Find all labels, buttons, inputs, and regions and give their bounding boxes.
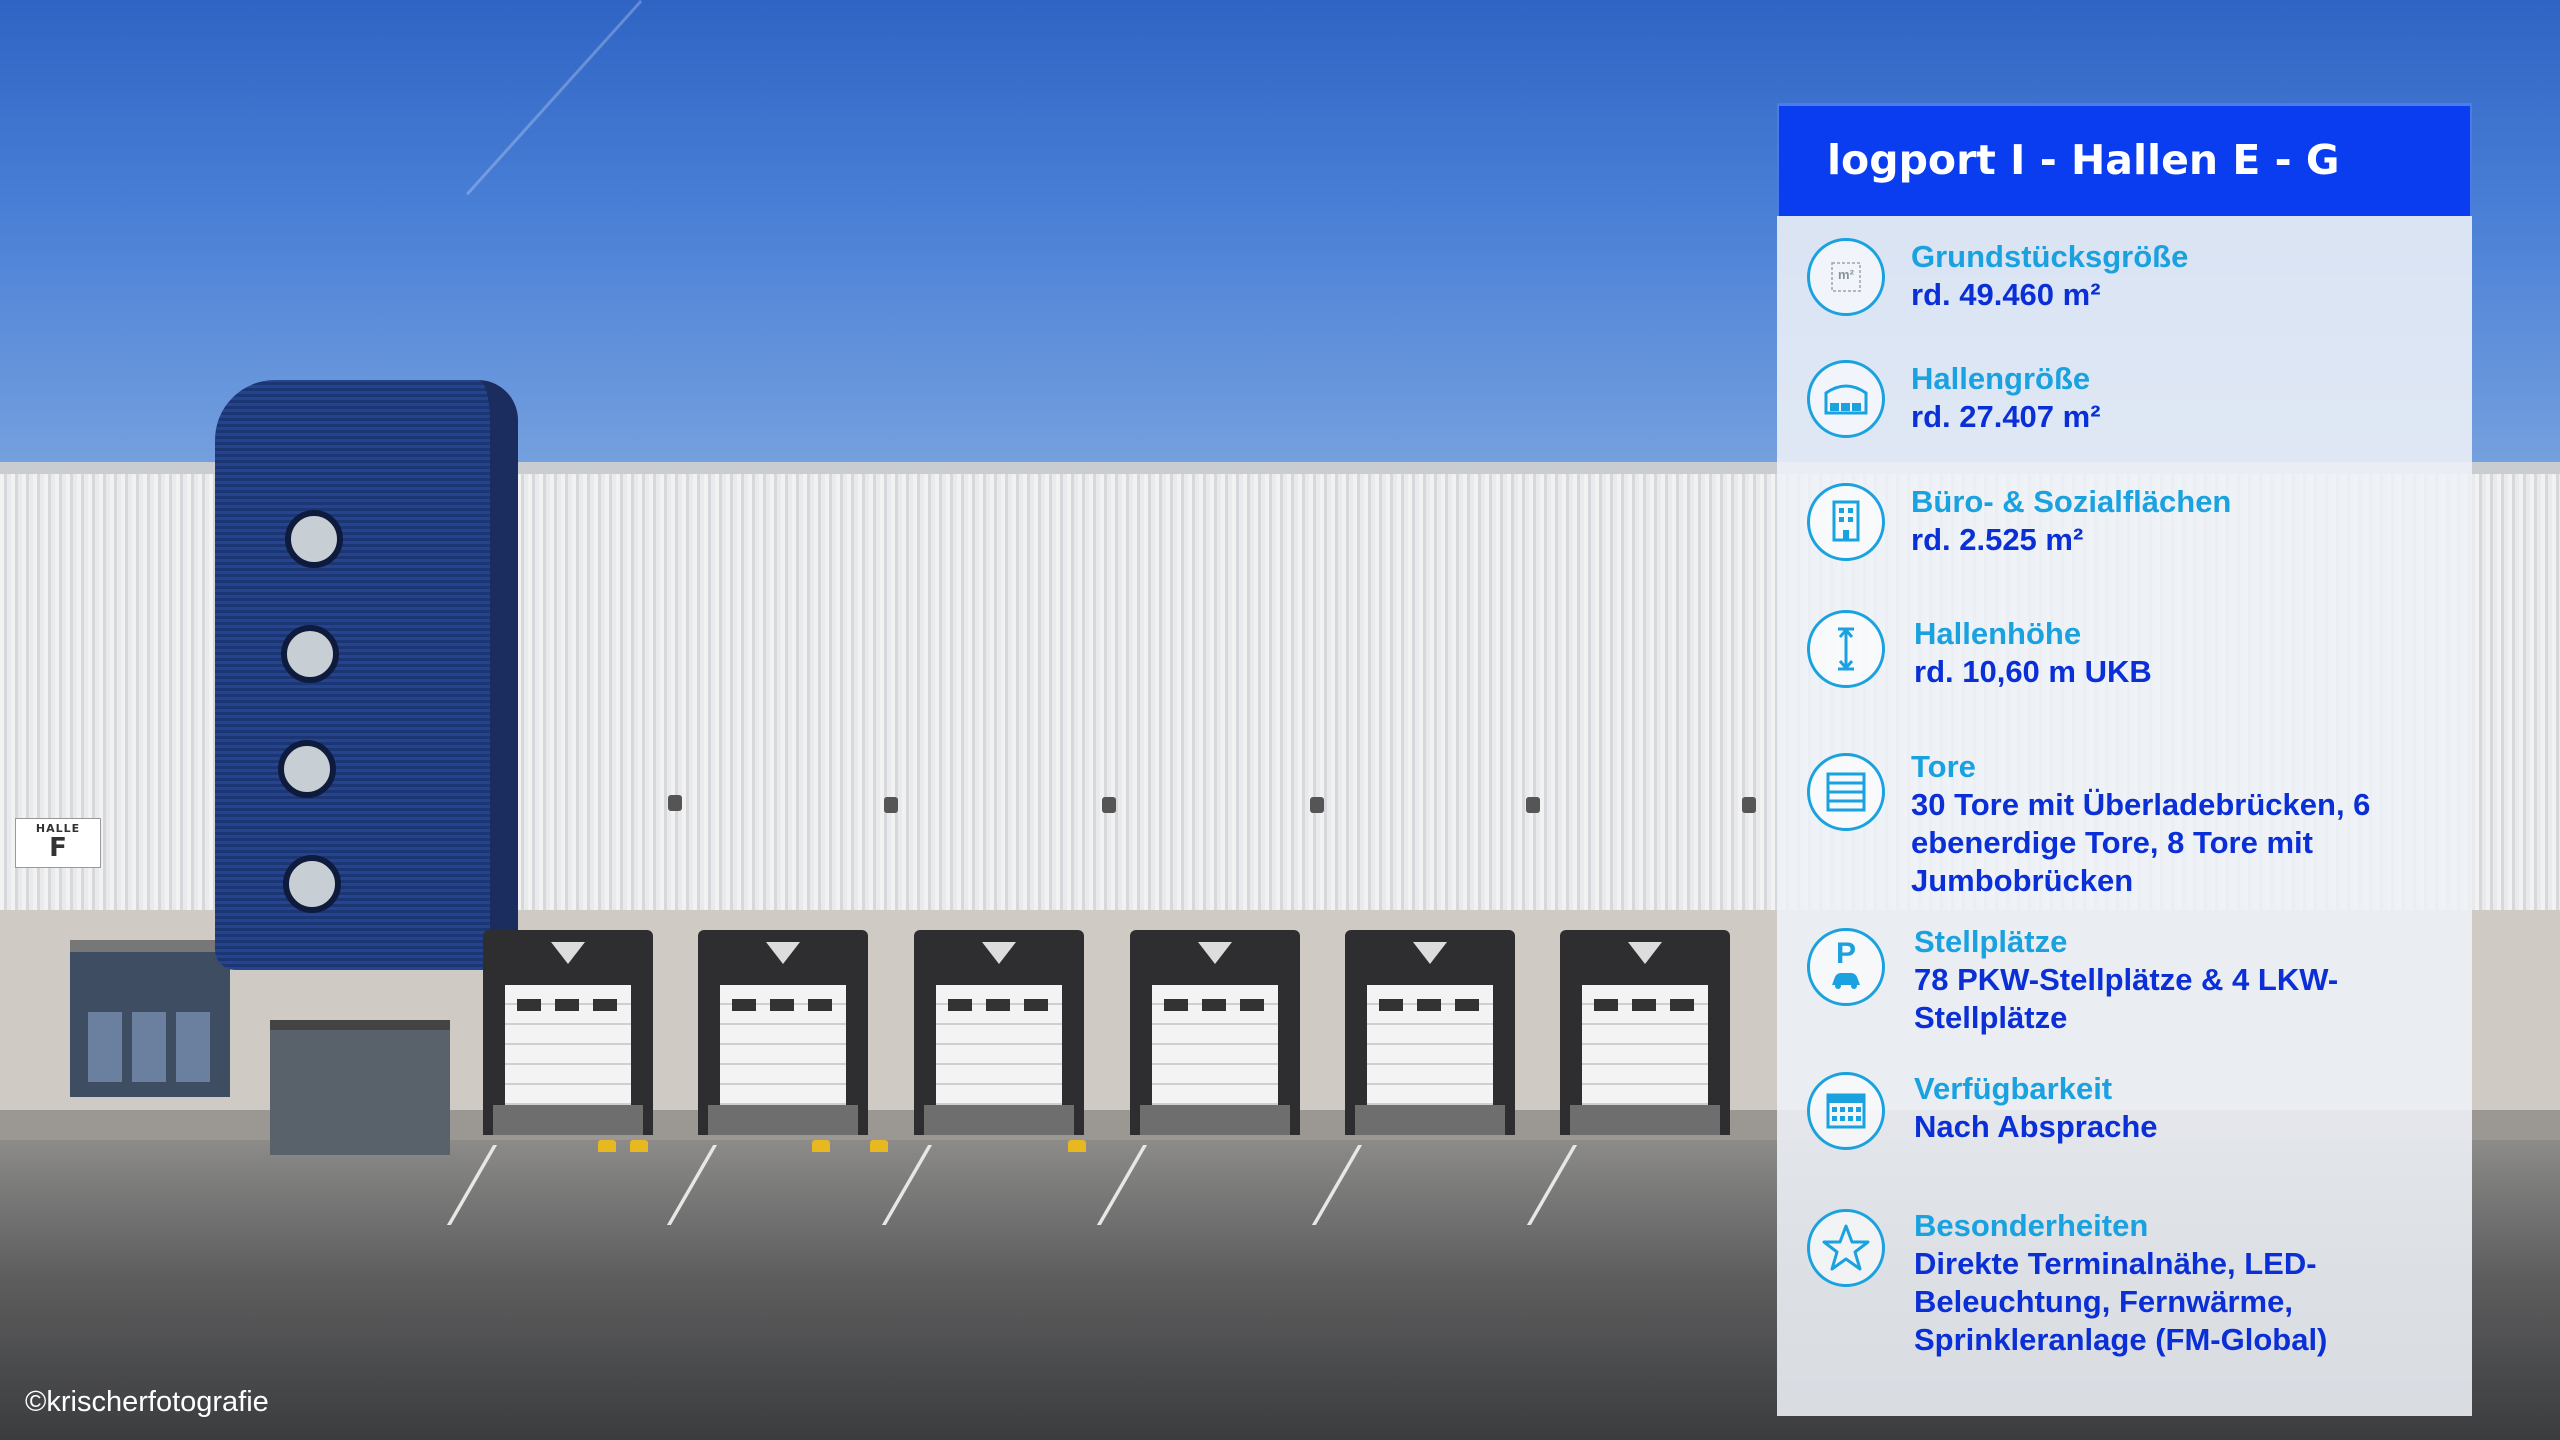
bollard [1068,1140,1086,1152]
info-value: rd. 27.407 m² [1911,399,2101,434]
info-label: Hallengröße [1911,361,2091,396]
info-value: Nach Absprache [1914,1109,2158,1144]
wall-lamp [1102,797,1116,813]
porthole [278,740,336,798]
info-value: rd. 49.460 m² [1911,277,2101,312]
loading-dock [914,930,1084,1135]
panel-title: logport I - Hallen E - G [1827,136,2340,184]
plot-size-icon: m² [1807,238,1885,316]
info-value: rd. 2.525 m² [1911,522,2084,557]
window [176,1012,210,1082]
info-label: Stellplätze [1914,924,2068,959]
office-block [70,940,230,1097]
bollard [598,1140,616,1152]
wall-lamp [884,797,898,813]
loading-dock [1130,930,1300,1135]
info-label: Verfügbarkeit [1914,1071,2113,1106]
info-label: Büro- & Sozialflächen [1911,484,2232,519]
loading-dock [1345,930,1515,1135]
office-building-icon [1807,483,1885,561]
porthole [281,625,339,683]
wall-lamp [1526,797,1540,813]
window [132,1012,166,1082]
bollard [870,1140,888,1152]
parking-icon: P [1807,928,1885,1006]
loading-dock [483,930,653,1135]
bollard [812,1140,830,1152]
plot-size-icon-text: m² [1838,267,1854,282]
wall-lamp [668,795,682,811]
porthole [285,510,343,568]
bollard [630,1140,648,1152]
info-label: Grundstücksgröße [1911,239,2189,274]
panel-header: logport I - Hallen E - G [1777,103,2472,216]
window [88,1012,122,1082]
info-value: Direkte Terminalnähe, LED-Beleuchtung, F… [1914,1246,2328,1357]
loading-dock [698,930,868,1135]
info-label: Tore [1911,749,1976,784]
loading-dock [1560,930,1730,1135]
info-value: rd. 10,60 m UKB [1914,654,2152,689]
info-label: Besonderheiten [1914,1208,2149,1243]
hall-sign: HALLE F [15,818,101,868]
porthole [283,855,341,913]
height-arrow-icon [1807,610,1885,688]
wall-lamp [1742,797,1756,813]
hall-sign-line2: F [49,833,67,863]
blue-stair-tower [215,380,518,970]
info-value: 78 PKW-Stellplätze & 4 LKW-Stellplätze [1914,962,2339,1035]
wall-lamp [1310,797,1324,813]
photo-credit: ©krischerfotografie [25,1386,269,1418]
star-icon [1807,1209,1885,1287]
info-value: 30 Tore mit Überladebrücken, 6 ebenerdig… [1911,787,2371,898]
calendar-icon [1807,1072,1885,1150]
info-label: Hallenhöhe [1914,616,2082,651]
warehouse-icon [1807,360,1885,438]
entrance-canopy [270,1020,450,1155]
property-info-panel: logport I - Hallen E - G m² Grundstücksg… [1777,103,2472,1416]
gate-icon [1807,753,1885,831]
